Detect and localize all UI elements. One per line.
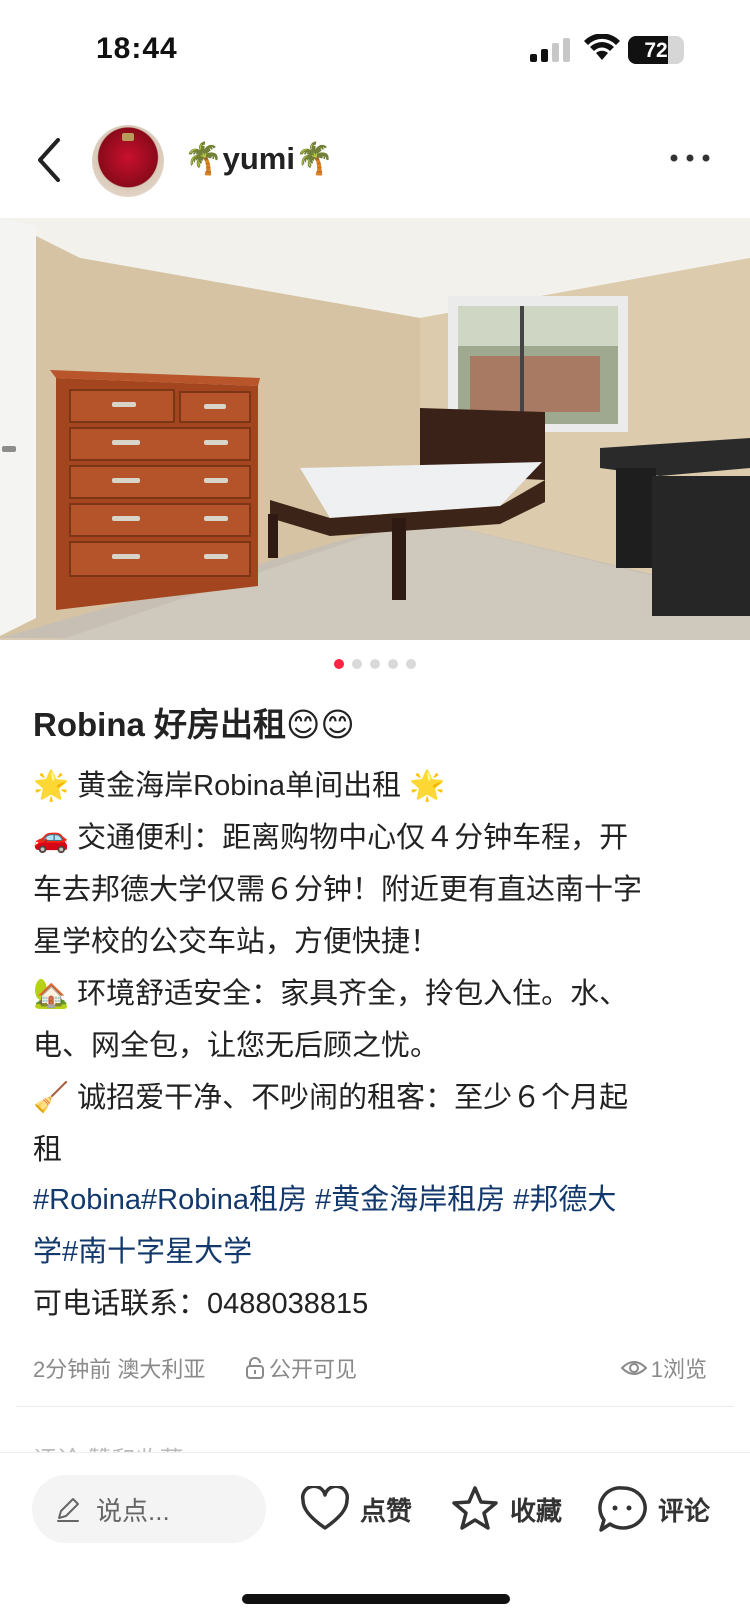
post-title: Robina 好房出租😊😊 [33,706,355,743]
post-meta: 2分钟前 澳大利亚 公开可见 1浏览 [33,1352,723,1386]
comment-placeholder: 说点... [96,1495,170,1526]
comment-label: 评论 [658,1495,711,1526]
carousel-dot[interactable] [370,659,380,669]
hashtag-line[interactable]: #Robina#Robina租房 #黄金海岸租房 #邦德大 [33,1174,723,1226]
cellular-signal-icon [530,38,570,62]
view-count-label: 1浏览 [650,1357,707,1382]
post-hashtags[interactable]: #Robina#Robina租房 #黄金海岸租房 #邦德大 学#南十字星大学 [33,1174,723,1278]
visibility-status: 公开可见 [245,1352,357,1384]
body-line: 🚗 交通便利：距离购物中心仅４分钟车程，开 [33,822,629,854]
bottom-action-bar: 说点... 点赞 收藏 评论 [0,1452,750,1624]
like-label: 点赞 [360,1495,413,1526]
visibility-label: 公开可见 [269,1357,358,1382]
wifi-icon [584,34,620,60]
author-name[interactable]: 🌴yumi🌴 [184,140,334,177]
divider [16,1406,734,1407]
post-time-location: 2分钟前 澳大利亚 [33,1357,206,1382]
view-count: 1浏览 [620,1352,707,1384]
carousel-dot[interactable] [406,659,416,669]
chat-bubble-icon [598,1486,647,1532]
more-dots-icon[interactable] [668,146,712,170]
carousel-indicator [0,659,750,671]
comment-input[interactable]: 说点... [32,1475,266,1543]
heart-icon [300,1486,350,1530]
post-body: 🌟 黄金海岸Robina单间出租 🌟 🚗 交通便利：距离购物中心仅４分钟车程，开… [33,760,723,1176]
body-line: 星学校的公交车站，方便快捷！ [33,926,440,958]
avatar[interactable] [92,125,164,197]
body-line: 电、网全包，让您无后顾之忧。 [33,1030,440,1062]
hashtag-line[interactable]: 学#南十字星大学 [33,1226,723,1278]
lock-icon [246,1357,264,1379]
status-time: 18:44 [96,32,178,65]
status-bar: 18:44 72 [0,0,750,100]
comment-button[interactable]: 评论 [596,1479,710,1539]
battery-icon: 72 [628,36,684,64]
bedroom-photo [0,218,750,640]
body-line: 🧹 诚招爱干净、不吵闹的租客：至少６个月起 [33,1082,629,1114]
carousel-dot[interactable] [334,659,344,669]
body-line: 🏡 环境舒适安全：家具齐全，拎包入住。水、 [33,978,629,1010]
body-line: 车去邦德大学仅需６分钟！附近更有直达南十字 [33,874,643,906]
favorite-button[interactable]: 收藏 [450,1479,562,1539]
eye-icon [620,1361,647,1375]
body-line: 🌟 黄金海岸Robina单间出租 🌟 [33,770,446,802]
battery-percent: 72 [644,39,668,62]
star-icon [452,1486,498,1530]
carousel-dot[interactable] [352,659,362,669]
body-line: 租 [33,1134,63,1166]
post-image[interactable] [0,218,750,640]
pencil-icon [57,1498,79,1522]
home-indicator[interactable] [242,1594,510,1604]
post-contact: 可电话联系：0488038815 [33,1288,369,1320]
carousel-dot[interactable] [388,659,398,669]
back-chevron-icon[interactable] [30,132,70,188]
favorite-label: 收藏 [510,1495,563,1526]
like-button[interactable]: 点赞 [300,1479,412,1539]
